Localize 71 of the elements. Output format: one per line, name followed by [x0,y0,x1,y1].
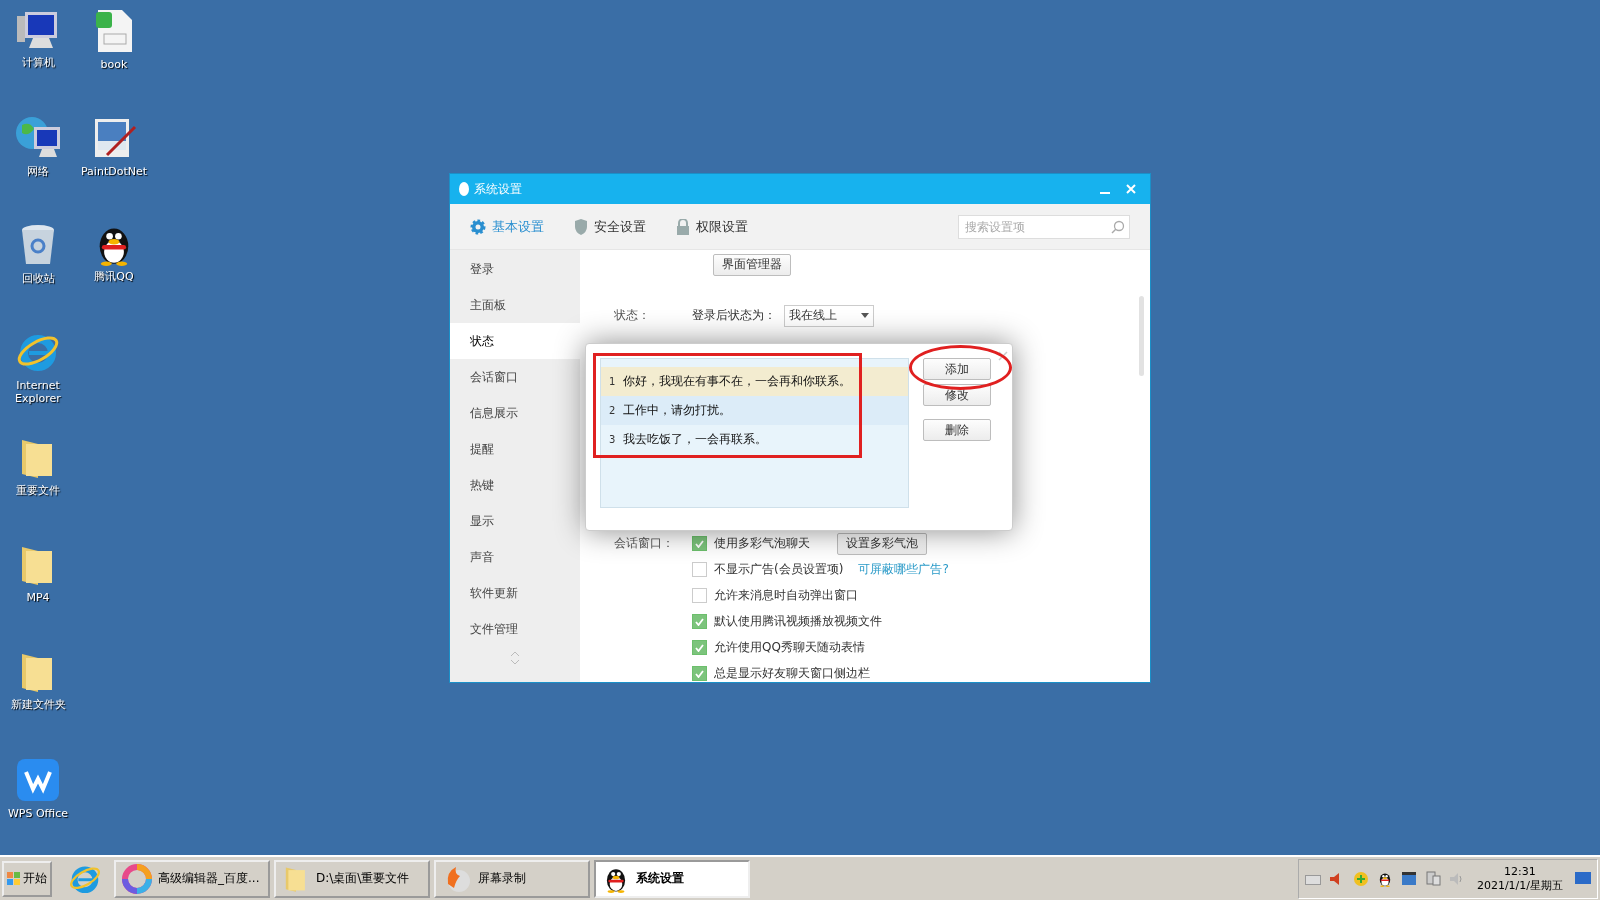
option-label: 总是显示好友聊天窗口侧边栏 [714,665,870,682]
desktop-icon-label[interactable]: Internet Explorer [1,379,75,405]
desktop-icon[interactable] [1575,871,1591,886]
message-row[interactable]: 1 你好，我现在有事不在，一会再和你联系。 [601,367,908,396]
option-label: 使用多彩气泡聊天 [714,535,810,552]
desktop-icon-label[interactable]: 网络 [1,165,75,178]
network-icon[interactable] [1424,870,1441,887]
option-label: 不显示广告(会员设置项) [714,561,844,578]
option-label: 默认使用腾讯视频播放视频文件 [714,613,882,630]
desktop-icon-label[interactable]: 重要文件 [1,484,75,497]
checkbox[interactable] [692,562,707,577]
interface-manager-button[interactable]: 界面管理器 [713,253,791,276]
scroll-down-icon[interactable] [510,659,520,665]
w-logo-icon[interactable] [15,757,61,803]
taskbar-button[interactable]: 高级编辑器_百度... [114,859,270,898]
close-icon[interactable] [998,351,1008,361]
lock-icon [676,218,690,235]
color-ring-icon [122,863,152,894]
checkbox[interactable] [692,588,707,603]
close-icon [1126,184,1136,194]
option-label: 允许使用QQ秀聊天随动表情 [714,639,865,656]
gear-icon [470,218,486,235]
plus-circle-icon[interactable] [1352,870,1369,887]
caret-icon [861,313,869,318]
checkbox[interactable] [692,666,707,681]
chat-window-label: 会话窗口： [614,535,675,552]
search-field[interactable]: 搜索设置项 [958,214,1130,239]
dialog-button[interactable]: 修改 [923,384,991,406]
minimize-icon [1100,192,1110,194]
clock[interactable]: 12:31 2021/1/1/星期五 [1472,864,1567,893]
message-row[interactable]: 2 工作中，请勿打扰。 [601,396,908,425]
checkbox[interactable] [692,536,707,551]
status-label: 状态： [614,307,651,324]
search-icon [1111,219,1125,234]
desktop-icon-label[interactable]: book [77,58,151,71]
desktop-icon-label[interactable]: MP4 [1,591,75,604]
sidebar-item[interactable]: 状态 [450,323,580,359]
window-title: 系统设置 [474,180,523,198]
check-icon [695,669,704,678]
dialog-button[interactable]: 添加 [923,358,991,380]
search-input[interactable]: 搜索设置项 [965,216,1111,237]
settings-tab[interactable]: 权限设置 [676,217,748,236]
dialog-button[interactable]: 删除 [923,419,991,441]
desktop-icon-label[interactable]: 新建文件夹 [1,698,75,711]
start-button[interactable]: 开始 [2,860,52,897]
scroll-up-icon[interactable] [510,651,520,657]
desktop-icon-label[interactable]: 腾讯QQ [77,270,151,283]
desktop-icon-label[interactable]: WPS Office [1,807,75,820]
desktop-icon-label[interactable]: 回收站 [1,272,75,285]
message-row[interactable]: 3 我去吃饭了，一会再联系。 [601,425,908,454]
windows-flag-icon [7,871,21,886]
check-icon [695,539,704,548]
status-dropdown[interactable]: 我在线上 [784,304,874,327]
checkbox[interactable] [692,640,707,655]
desktop-icon-label[interactable]: PaintDotNet [77,165,151,178]
settings-tab[interactable]: 安全设置 [574,217,646,236]
shield-icon [574,218,588,235]
spreadsheet-file-icon[interactable] [94,8,134,54]
check-icon [695,617,704,626]
option-label: 允许来消息时自动弹出窗口 [714,587,858,604]
keyboard-icon[interactable] [1304,872,1321,885]
taskbar-button[interactable]: D:\桌面\重要文件 [274,859,430,898]
film-icon[interactable] [1400,870,1417,887]
checkbox[interactable] [692,614,707,629]
taskbar-button[interactable]: 屏幕录制 [434,859,590,898]
scrollbar[interactable] [1139,296,1144,376]
login-status-label: 登录后状态为： [692,307,776,324]
desktop-icon-label[interactable]: 计算机 [1,56,75,69]
taskbar-button[interactable]: 系统设置 [594,859,750,898]
bubble-settings-button[interactable]: 设置多彩气泡 [837,532,927,555]
check-icon [695,643,704,652]
